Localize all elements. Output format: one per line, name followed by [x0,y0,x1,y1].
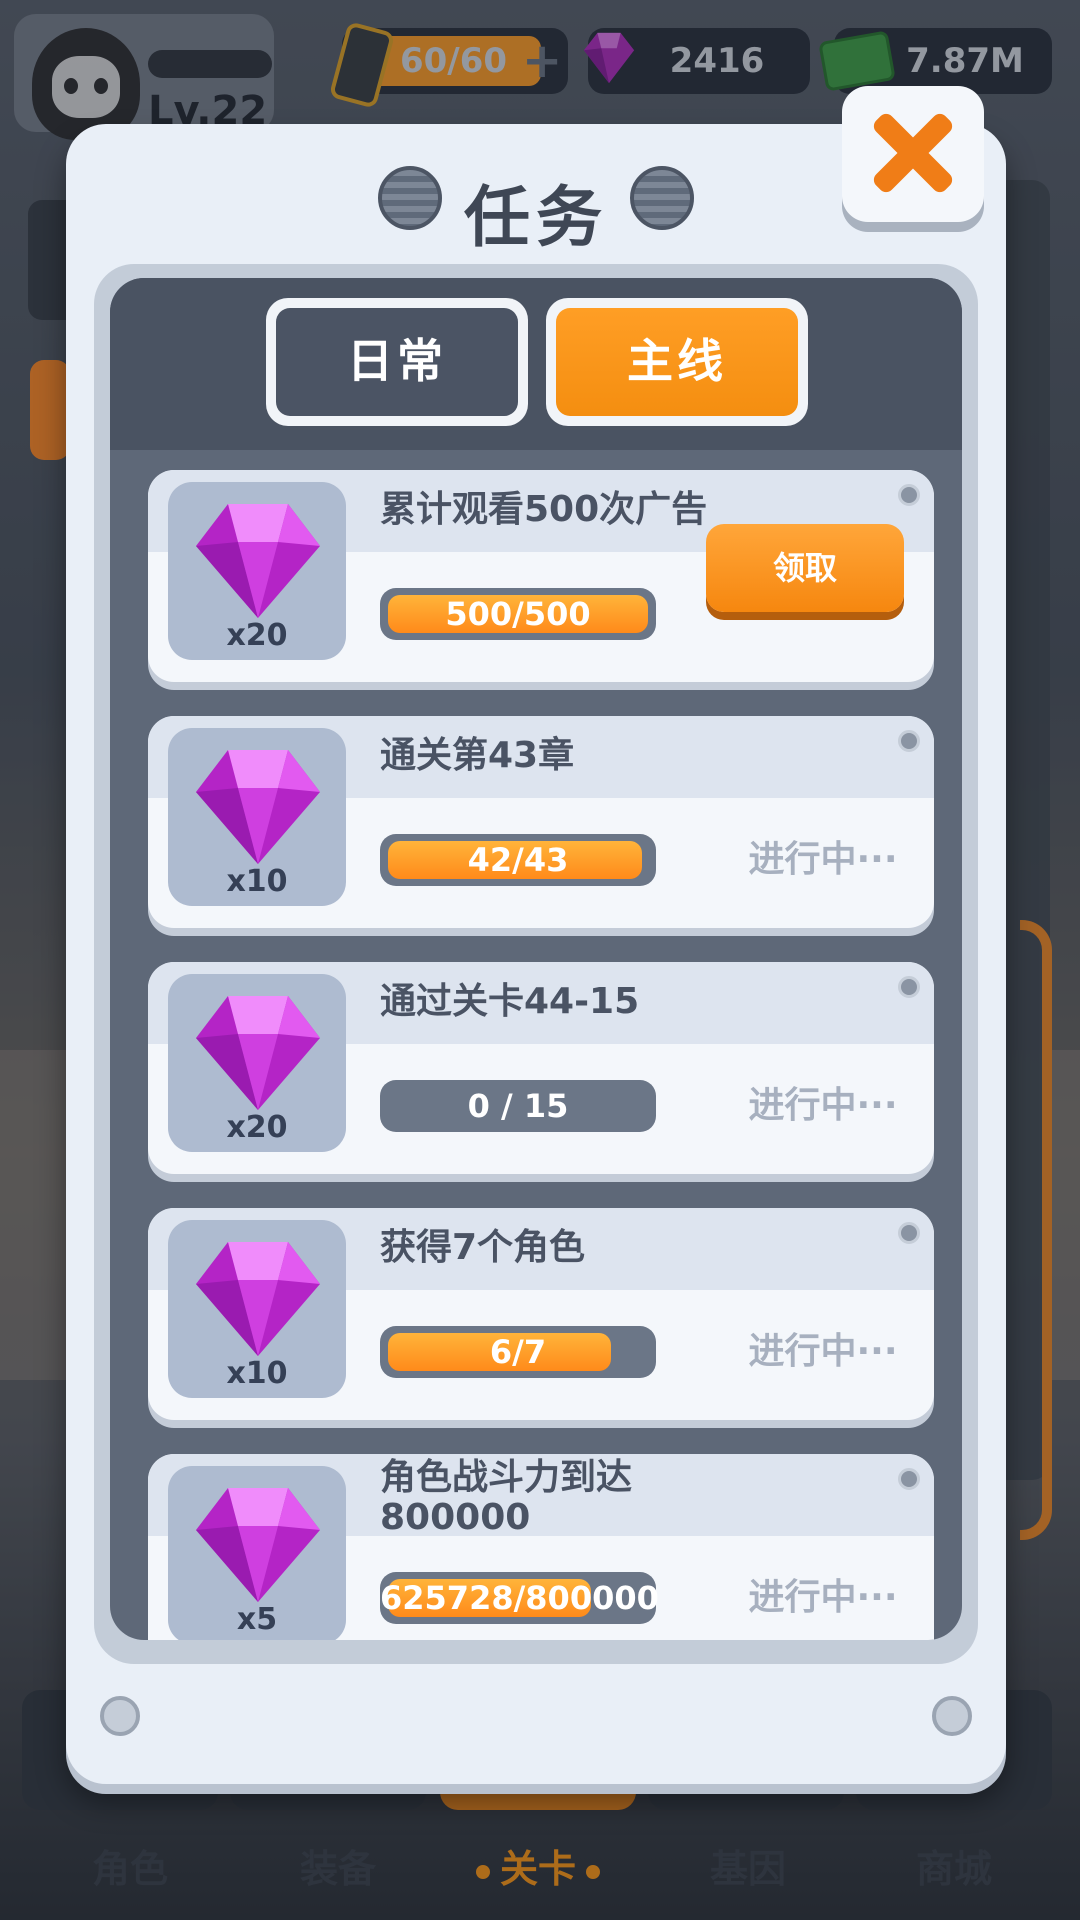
reward-quantity: x10 [226,864,288,899]
rivet-icon [898,484,920,506]
gem-icon [196,504,320,618]
task-progress-bar: 42/43 [380,834,656,886]
task-card: x20 通过关卡44-15 0 / 15 进行中··· [148,962,934,1174]
progress-text: 6/7 [489,1333,547,1371]
task-panel: 日常 主线 x20 累计观看500次广告 500/500 领取 x10 通关第4… [110,278,962,1640]
task-progress-bar: 6/7 [380,1326,656,1378]
task-list[interactable]: x20 累计观看500次广告 500/500 领取 x10 通关第43章 42/… [110,450,962,1640]
close-button[interactable] [842,86,984,222]
tab-daily[interactable]: 日常 [266,298,528,426]
rivet-icon [898,1222,920,1244]
reward-box: x5 [168,1466,346,1640]
task-card: x20 累计观看500次广告 500/500 领取 [148,470,934,682]
gem-icon [196,1242,320,1356]
task-progress-bar: 0 / 15 [380,1080,656,1132]
reward-box: x10 [168,728,346,906]
bolt-icon-left [100,1696,140,1736]
tab-main[interactable]: 主线 [546,298,808,426]
task-progress-bar: 500/500 [380,588,656,640]
progress-text: 42/43 [467,841,569,879]
task-dialog: 任务 日常 主线 x20 累计观看500次广告 500/500 领取 x10 通… [66,124,1006,1784]
task-status: 进行中··· [748,1331,898,1372]
tab-main-label: 主线 [556,308,798,416]
task-panel-frame: 日常 主线 x20 累计观看500次广告 500/500 领取 x10 通关第4… [94,264,978,1664]
reward-quantity: x10 [226,1356,288,1391]
task-title: 角色战斗力到达800000 [380,1457,633,1538]
title-bolt-right [630,166,694,230]
tab-daily-label: 日常 [276,308,518,416]
bolt-icon-right [932,1696,972,1736]
rivet-icon [898,976,920,998]
tab-bar: 日常 主线 [110,278,962,450]
progress-text: 625728/800000 [380,1579,659,1617]
reward-quantity: x5 [236,1602,278,1637]
progress-text: 0 / 15 [467,1087,569,1125]
rivet-icon [898,1468,920,1490]
gem-icon [196,1488,320,1602]
rivet-icon [898,730,920,752]
task-card: x10 通关第43章 42/43 进行中··· [148,716,934,928]
reward-quantity: x20 [226,618,288,653]
gem-icon [196,750,320,864]
task-card: x10 获得7个角色 6/7 进行中··· [148,1208,934,1420]
progress-text: 500/500 [445,595,591,633]
reward-quantity: x20 [226,1110,288,1145]
task-title: 获得7个角色 [380,1227,586,1268]
task-title: 累计观看500次广告 [380,489,708,530]
task-title: 通关第43章 [380,735,575,776]
reward-box: x10 [168,1220,346,1398]
gem-icon [196,996,320,1110]
task-status: 进行中··· [748,839,898,880]
task-card: x5 角色战斗力到达800000 625728/800000 进行中··· [148,1454,934,1640]
task-progress-bar: 625728/800000 [380,1572,659,1624]
task-status: 进行中··· [748,1085,898,1126]
reward-box: x20 [168,974,346,1152]
task-status: 进行中··· [748,1577,898,1618]
reward-box: x20 [168,482,346,660]
task-title: 通过关卡44-15 [380,981,640,1022]
claim-button[interactable]: 领取 [706,524,904,612]
close-icon [842,86,984,222]
